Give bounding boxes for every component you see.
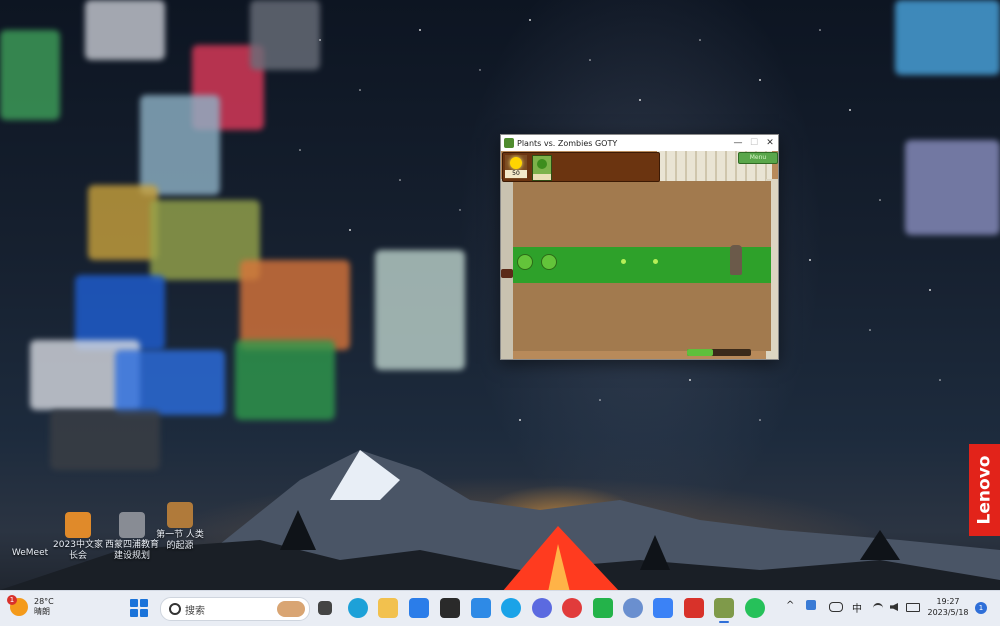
game-canvas[interactable]: 50 Menu: [501, 151, 778, 359]
ime-indicator[interactable]: 中: [852, 600, 862, 615]
taskbar: 1 28°C 晴朗 搜索 ^ 中 19:27 2023/5/18 1: [0, 590, 1000, 626]
wallpaper-paint-stroke: [115, 350, 225, 415]
desktop-icon-parent-meeting[interactable]: 2023中文家长会: [50, 512, 106, 562]
maximize-button[interactable]: ☐: [746, 138, 762, 148]
netease-music-icon[interactable]: [562, 598, 582, 618]
pvz-app-icon: [504, 138, 514, 148]
desktop-icon-human-origin[interactable]: 第一节 人类的起源: [152, 502, 208, 552]
volume-icon[interactable]: [890, 603, 898, 611]
start-tile: [140, 609, 148, 617]
peashooter-icon: [537, 159, 547, 169]
weather-temperature: 28°C: [34, 597, 54, 606]
clock-date: 2023/5/18: [927, 608, 969, 617]
seed-bank: 50: [502, 152, 660, 182]
sun-icon: [510, 157, 522, 169]
search-highlight-image: [277, 601, 305, 617]
system-clock[interactable]: 19:27 2023/5/18: [926, 596, 970, 618]
weather-badge: 1: [7, 595, 17, 605]
wallpaper-paint-stroke: [88, 185, 158, 260]
sun-count: 50: [505, 170, 527, 178]
game-window[interactable]: Plants vs. Zombies GOTY — ☐ ✕ 50 Menu: [500, 134, 779, 360]
clock-time: 19:27: [936, 597, 960, 606]
pea-projectile: [621, 259, 626, 264]
start-button[interactable]: [130, 599, 148, 617]
task-view-icon[interactable]: [318, 601, 332, 615]
edge-browser-icon[interactable]: [348, 598, 368, 618]
window-title: Plants vs. Zombies GOTY: [517, 138, 618, 148]
document-icon: [167, 502, 193, 528]
pea-projectile: [653, 259, 658, 264]
wallpaper-paint-stroke: [905, 140, 1000, 235]
search-icon: [169, 603, 181, 615]
wallpaper-paint-stroke: [75, 275, 165, 350]
start-tile: [130, 599, 138, 607]
minimize-button[interactable]: —: [730, 138, 746, 148]
wechat-chat-icon[interactable]: [593, 598, 613, 618]
wemeet-app-icon: [17, 520, 43, 546]
wifi-icon[interactable]: [873, 603, 883, 613]
wallpaper-paint-stroke: [85, 0, 165, 60]
wallpaper-paint-stroke: [235, 340, 335, 420]
wallpaper-paint-stroke: [0, 30, 60, 120]
battery-icon[interactable]: [906, 603, 920, 612]
wallpaper-paint-stroke: [895, 0, 1000, 75]
level-progress-bar: [687, 349, 751, 356]
close-button[interactable]: ✕: [762, 138, 778, 148]
sticky-notes-icon[interactable]: [440, 598, 460, 618]
notification-badge[interactable]: 1: [975, 602, 987, 614]
peashooter-plant[interactable]: [517, 254, 533, 270]
wallpaper-paint-stroke: [240, 260, 350, 350]
arc-browser-icon[interactable]: [532, 598, 552, 618]
zombie: [730, 245, 742, 275]
pvz-game-icon[interactable]: [714, 598, 734, 618]
seed-cost: [533, 174, 551, 180]
wps-office-icon[interactable]: [684, 598, 704, 618]
weather-widget[interactable]: 1 28°C 晴朗: [7, 595, 54, 617]
menu-button[interactable]: Menu: [738, 152, 778, 164]
lenovo-logo: Lenovo: [969, 444, 1000, 536]
weather-sun-icon: 1: [7, 595, 28, 616]
search-placeholder: 搜索: [185, 606, 205, 617]
microsoft-store-icon[interactable]: [409, 598, 429, 618]
cloud-drive-icon[interactable]: [653, 598, 673, 618]
app-v-icon[interactable]: [471, 598, 491, 618]
start-tile: [130, 609, 138, 617]
onedrive-icon[interactable]: [829, 602, 843, 612]
start-tile: [140, 599, 148, 607]
peashooter-seed-packet[interactable]: [532, 155, 552, 181]
active-indicator: [719, 621, 729, 623]
level-progress-fill: [687, 349, 713, 356]
document-icon: [119, 512, 145, 538]
sun-counter: 50: [505, 155, 527, 179]
wechat-icon[interactable]: [745, 598, 765, 618]
document-icon: [65, 512, 91, 538]
lawn-mower: [501, 269, 513, 278]
taskbar-search[interactable]: 搜索: [160, 597, 310, 621]
wallpaper-paint-stroke: [375, 250, 465, 370]
peashooter-plant[interactable]: [541, 254, 557, 270]
window-titlebar[interactable]: Plants vs. Zombies GOTY — ☐ ✕: [501, 135, 778, 151]
glowing-tent: [502, 526, 620, 592]
tray-app-icon[interactable]: [806, 600, 816, 610]
wallpaper-paint-stroke: [250, 0, 320, 70]
app-e-icon[interactable]: [501, 598, 521, 618]
tray-overflow-chevron[interactable]: ^: [786, 600, 794, 611]
weather-condition: 晴朗: [34, 607, 50, 616]
photos-icon[interactable]: [623, 598, 643, 618]
wallpaper-paint-stroke: [140, 95, 220, 195]
file-explorer-icon[interactable]: [378, 598, 398, 618]
